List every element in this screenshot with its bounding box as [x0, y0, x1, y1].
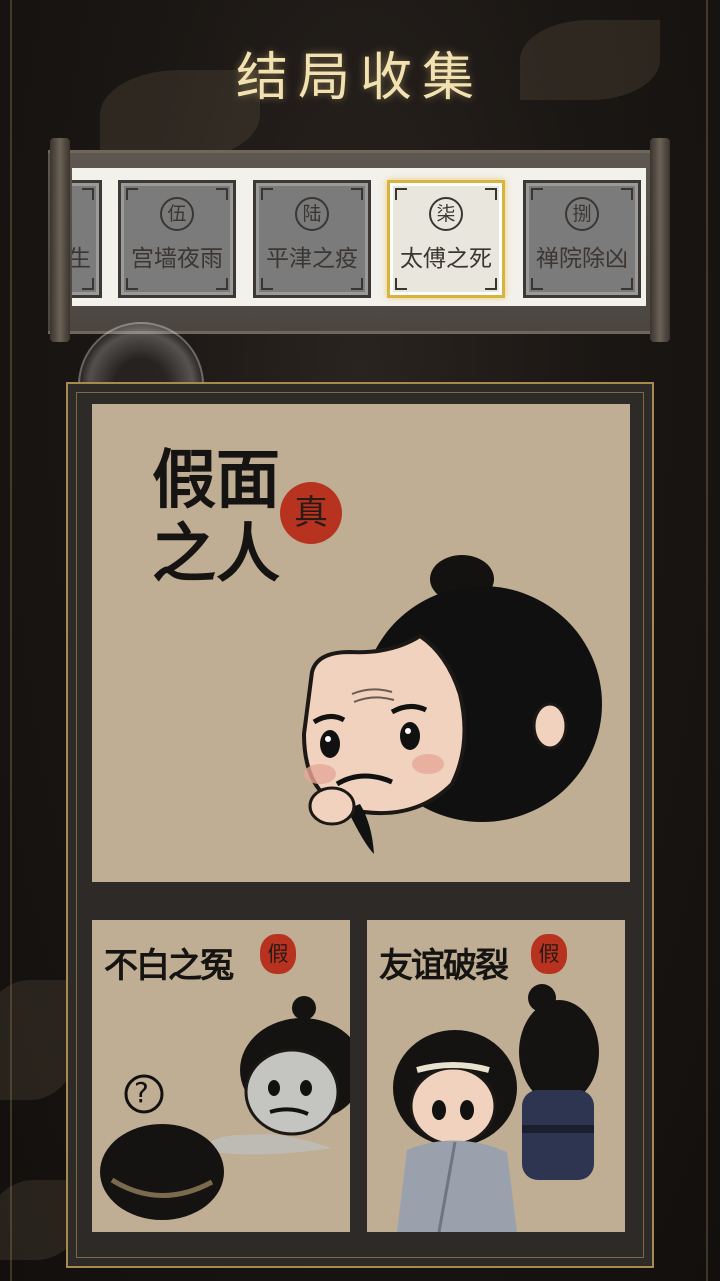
- ending-tab-label: 太傅之死: [400, 246, 492, 272]
- ending-number-badge: 伍: [160, 197, 194, 231]
- ending-tab-strip[interactable]: 生 伍 宫墙夜雨 陆 平津之疫 柒 太傅之死 捌 禅院除凶: [72, 168, 646, 306]
- ending-tab-label: 禅院除凶: [536, 246, 628, 272]
- ending-tab-7-selected[interactable]: 柒 太傅之死: [387, 180, 505, 298]
- ending-illustration: [393, 984, 599, 1232]
- ending-illustration: [301, 555, 602, 854]
- ending-tab-label: 生: [72, 246, 91, 272]
- scroll-rod-right: [650, 138, 670, 342]
- ending-card-alt-1[interactable]: 不白之冤 假 ?: [92, 920, 350, 1232]
- ending-card-alt-2[interactable]: 友谊破裂 假: [367, 920, 625, 1232]
- scroll-rod-left: [50, 138, 70, 342]
- ending-tab-label: 宫墙夜雨: [131, 246, 223, 272]
- ending-tab-8[interactable]: 捌 禅院除凶: [523, 180, 641, 298]
- ending-tab-4[interactable]: 生: [72, 180, 102, 298]
- ending-number-badge: 陆: [295, 197, 329, 231]
- ending-tab-label: 平津之疫: [266, 246, 358, 272]
- ending-card-main[interactable]: 假面之人 真: [92, 404, 630, 882]
- face-shape: [301, 633, 467, 816]
- screen-title: 结局收集: [235, 48, 484, 108]
- question-mark-icon: ?: [134, 1076, 149, 1109]
- ending-illustration: ?: [100, 996, 350, 1220]
- ending-number-badge: 柒: [429, 197, 463, 231]
- background-border-line: [706, 0, 708, 1281]
- ending-number-badge: 捌: [565, 197, 599, 231]
- ending-tab-5[interactable]: 伍 宫墙夜雨: [118, 180, 236, 298]
- ending-tab-6[interactable]: 陆 平津之疫: [253, 180, 371, 298]
